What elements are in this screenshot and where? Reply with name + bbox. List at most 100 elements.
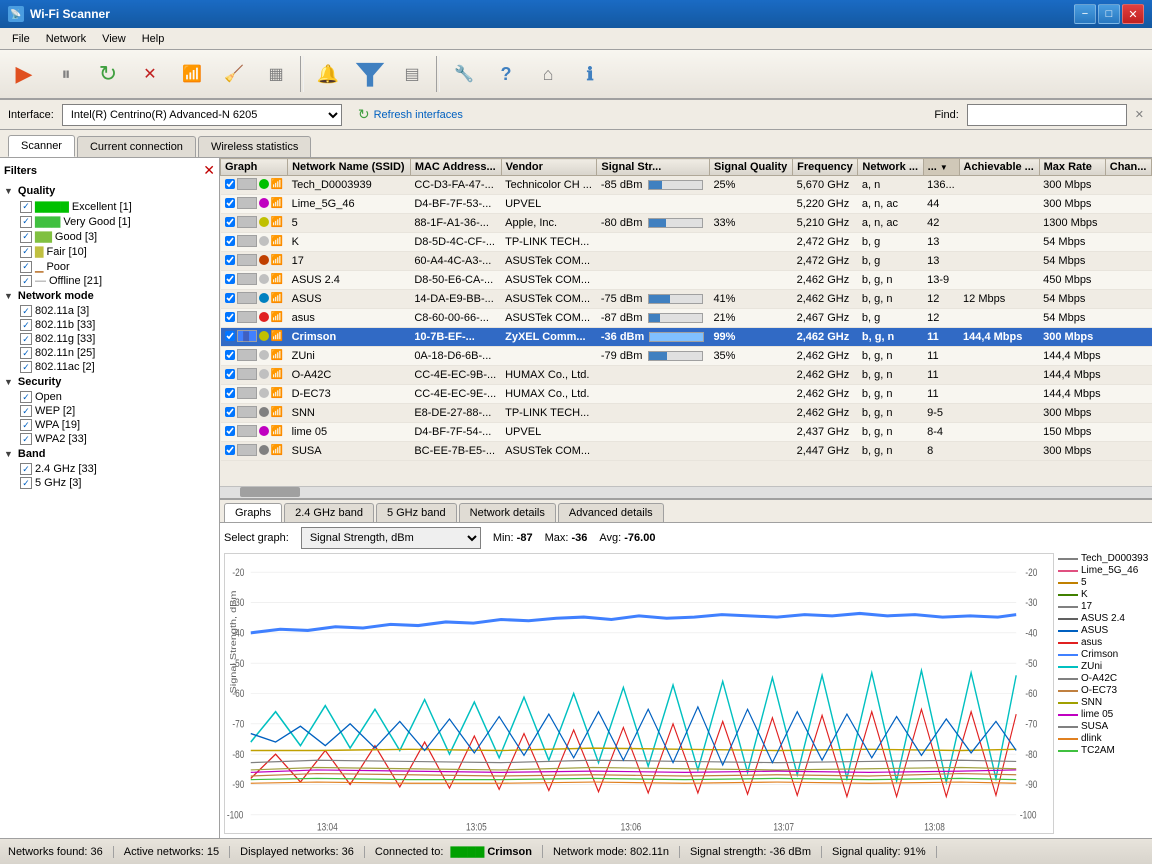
table-row[interactable]: 📶 asus C8-60-00-66-... ASUSTek COM... -8… bbox=[221, 309, 1152, 328]
legend-item[interactable]: Lime_5G_46 bbox=[1058, 565, 1148, 576]
col-graph[interactable]: Graph bbox=[221, 159, 288, 176]
list-item[interactable]: ▁ Poor bbox=[20, 259, 215, 274]
list-item[interactable]: ▇▇ Good [3] bbox=[20, 229, 215, 244]
col-mac[interactable]: MAC Address... bbox=[410, 159, 501, 176]
find-clear-button[interactable]: ✕ bbox=[1135, 108, 1144, 121]
security-group-header[interactable]: ▼ Security bbox=[4, 374, 215, 390]
quality-group-header[interactable]: ▼ Quality bbox=[4, 183, 215, 199]
legend-item[interactable]: TC2AM bbox=[1058, 745, 1148, 756]
table-row[interactable]: 📶 Tech_D0003939 CC-D3-FA-47-... Technico… bbox=[221, 176, 1152, 195]
table-row[interactable]: 📶 ZUni 0A-18-D6-6B-... -79 dBm 35% 2,462… bbox=[221, 347, 1152, 366]
filter-button[interactable] bbox=[350, 54, 390, 94]
list-item[interactable]: 802.11n [25] bbox=[20, 346, 215, 360]
maximize-button[interactable]: □ bbox=[1098, 4, 1120, 24]
table-row[interactable]: ▉ 📶 Crimson 10-7B-EF-... ZyXEL Comm... -… bbox=[221, 328, 1152, 347]
list-item[interactable]: ▇▇▇ Very Good [1] bbox=[20, 214, 215, 229]
table-row[interactable]: 📶 17 60-A4-4C-A3-... ASUSTek COM... 2,47… bbox=[221, 252, 1152, 271]
24ghz-checkbox[interactable] bbox=[20, 463, 32, 475]
graph-tab-24ghz[interactable]: 2.4 GHz band bbox=[284, 503, 374, 522]
table-scrollbar[interactable] bbox=[220, 486, 1152, 498]
list-item[interactable]: ▇ Fair [10] bbox=[20, 244, 215, 259]
offline-checkbox[interactable] bbox=[20, 275, 32, 287]
interface-select[interactable]: Intel(R) Centrino(R) Advanced-N 6205 bbox=[62, 104, 342, 126]
alerts-button[interactable]: 🔔 bbox=[308, 54, 348, 94]
home-button[interactable]: ⌂ bbox=[528, 54, 568, 94]
col-achievable[interactable]: Achievable ... bbox=[959, 159, 1039, 176]
band-expand-icon[interactable]: ▼ bbox=[4, 449, 13, 459]
col-freq[interactable]: Frequency bbox=[793, 159, 858, 176]
good-checkbox[interactable] bbox=[20, 231, 32, 243]
legend-item[interactable]: asus bbox=[1058, 637, 1148, 648]
columns-button[interactable]: ▦ bbox=[256, 54, 296, 94]
wep-checkbox[interactable] bbox=[20, 405, 32, 417]
menu-view[interactable]: View bbox=[94, 31, 134, 47]
quality-expand-icon[interactable]: ▼ bbox=[4, 186, 13, 196]
minimize-button[interactable]: − bbox=[1074, 4, 1096, 24]
tab-current-connection[interactable]: Current connection bbox=[77, 136, 196, 157]
stop-button[interactable]: ✕ bbox=[130, 54, 170, 94]
wpa-checkbox[interactable] bbox=[20, 419, 32, 431]
legend-item[interactable]: K bbox=[1058, 589, 1148, 600]
graph-tab-graphs[interactable]: Graphs bbox=[224, 503, 282, 522]
graph-tab-5ghz[interactable]: 5 GHz band bbox=[376, 503, 457, 522]
legend-item[interactable]: ZUni bbox=[1058, 661, 1148, 672]
col-max-rate[interactable]: Max Rate bbox=[1039, 159, 1105, 176]
poor-checkbox[interactable] bbox=[20, 261, 32, 273]
list-item[interactable]: Open bbox=[20, 390, 215, 404]
tab-scanner[interactable]: Scanner bbox=[8, 135, 75, 157]
wpa2-checkbox[interactable] bbox=[20, 433, 32, 445]
band-group-header[interactable]: ▼ Band bbox=[4, 446, 215, 462]
table-row[interactable]: 📶 K D8-5D-4C-CF-... TP-LINK TECH... 2,47… bbox=[221, 233, 1152, 252]
legend-item[interactable]: SUSA bbox=[1058, 721, 1148, 732]
80211ac-checkbox[interactable] bbox=[20, 361, 32, 373]
legend-item[interactable]: Tech_D0003939 bbox=[1058, 553, 1148, 564]
list-item[interactable]: 802.11b [33] bbox=[20, 318, 215, 332]
filter-close-button[interactable]: ✕ bbox=[203, 162, 215, 179]
security-expand-icon[interactable]: ▼ bbox=[4, 377, 13, 387]
col-vendor[interactable]: Vendor bbox=[501, 159, 597, 176]
legend-item[interactable]: O-A42C bbox=[1058, 673, 1148, 684]
legend-item[interactable]: O-EC73 bbox=[1058, 685, 1148, 696]
80211n-checkbox[interactable] bbox=[20, 347, 32, 359]
table-row[interactable]: 📶 SNN E8-DE-27-88-... TP-LINK TECH... 2,… bbox=[221, 404, 1152, 423]
table-row[interactable]: 📶 ASUS 14-DA-E9-BB-... ASUSTek COM... -7… bbox=[221, 290, 1152, 309]
table-row[interactable]: 📶 D-EC73 CC-4E-EC-9E-... HUMAX Co., Ltd.… bbox=[221, 385, 1152, 404]
table-row[interactable]: 📶 SUSA BC-EE-7B-E5-... ASUSTek COM... 2,… bbox=[221, 442, 1152, 461]
legend-item[interactable]: dlink bbox=[1058, 733, 1148, 744]
legend-item[interactable]: ASUS 2.4 bbox=[1058, 613, 1148, 624]
menu-file[interactable]: File bbox=[4, 31, 38, 47]
help-button[interactable]: ? bbox=[486, 54, 526, 94]
table-row[interactable]: 📶 lime 05 D4-BF-7F-54-... UPVEL 2,437 GH… bbox=[221, 423, 1152, 442]
80211a-checkbox[interactable] bbox=[20, 305, 32, 317]
table-row[interactable]: 📶 Lime_5G_46 D4-BF-7F-53-... UPVEL 5,220… bbox=[221, 195, 1152, 214]
start-button[interactable]: ▶ bbox=[4, 54, 44, 94]
signal-button[interactable]: 📶 bbox=[172, 54, 212, 94]
list-item[interactable]: 802.11g [33] bbox=[20, 332, 215, 346]
network-mode-group-header[interactable]: ▼ Network mode bbox=[4, 288, 215, 304]
col-sort[interactable]: ... ▼ bbox=[923, 159, 959, 176]
close-button[interactable]: ✕ bbox=[1122, 4, 1144, 24]
legend-item[interactable]: SNN bbox=[1058, 697, 1148, 708]
col-signal-quality[interactable]: Signal Quality bbox=[709, 159, 792, 176]
verygood-checkbox[interactable] bbox=[20, 216, 32, 228]
list-item[interactable]: 2.4 GHz [33] bbox=[20, 462, 215, 476]
col-signal-str[interactable]: Signal Str... bbox=[597, 159, 710, 176]
network-table-container[interactable]: Graph Network Name (SSID) MAC Address...… bbox=[220, 158, 1152, 486]
legend-item[interactable]: lime 05 bbox=[1058, 709, 1148, 720]
refresh-button[interactable]: ↻ bbox=[88, 54, 128, 94]
graph-type-select[interactable]: Signal Strength, dBm Signal Quality, % N… bbox=[301, 527, 481, 549]
menu-help[interactable]: Help bbox=[134, 31, 173, 47]
graph-tab-network-details[interactable]: Network details bbox=[459, 503, 556, 522]
open-checkbox[interactable] bbox=[20, 391, 32, 403]
80211b-checkbox[interactable] bbox=[20, 319, 32, 331]
menu-network[interactable]: Network bbox=[38, 31, 94, 47]
list-item[interactable]: — Offline [21] bbox=[20, 274, 215, 288]
graph-tab-advanced[interactable]: Advanced details bbox=[558, 503, 664, 522]
list-item[interactable]: ▇▇▇▇ Excellent [1] bbox=[20, 199, 215, 214]
list-item[interactable]: 802.11a [3] bbox=[20, 304, 215, 318]
5ghz-checkbox[interactable] bbox=[20, 477, 32, 489]
network-mode-expand-icon[interactable]: ▼ bbox=[4, 291, 13, 301]
80211g-checkbox[interactable] bbox=[20, 333, 32, 345]
col-ssid[interactable]: Network Name (SSID) bbox=[288, 159, 411, 176]
list-item[interactable]: 5 GHz [3] bbox=[20, 476, 215, 490]
